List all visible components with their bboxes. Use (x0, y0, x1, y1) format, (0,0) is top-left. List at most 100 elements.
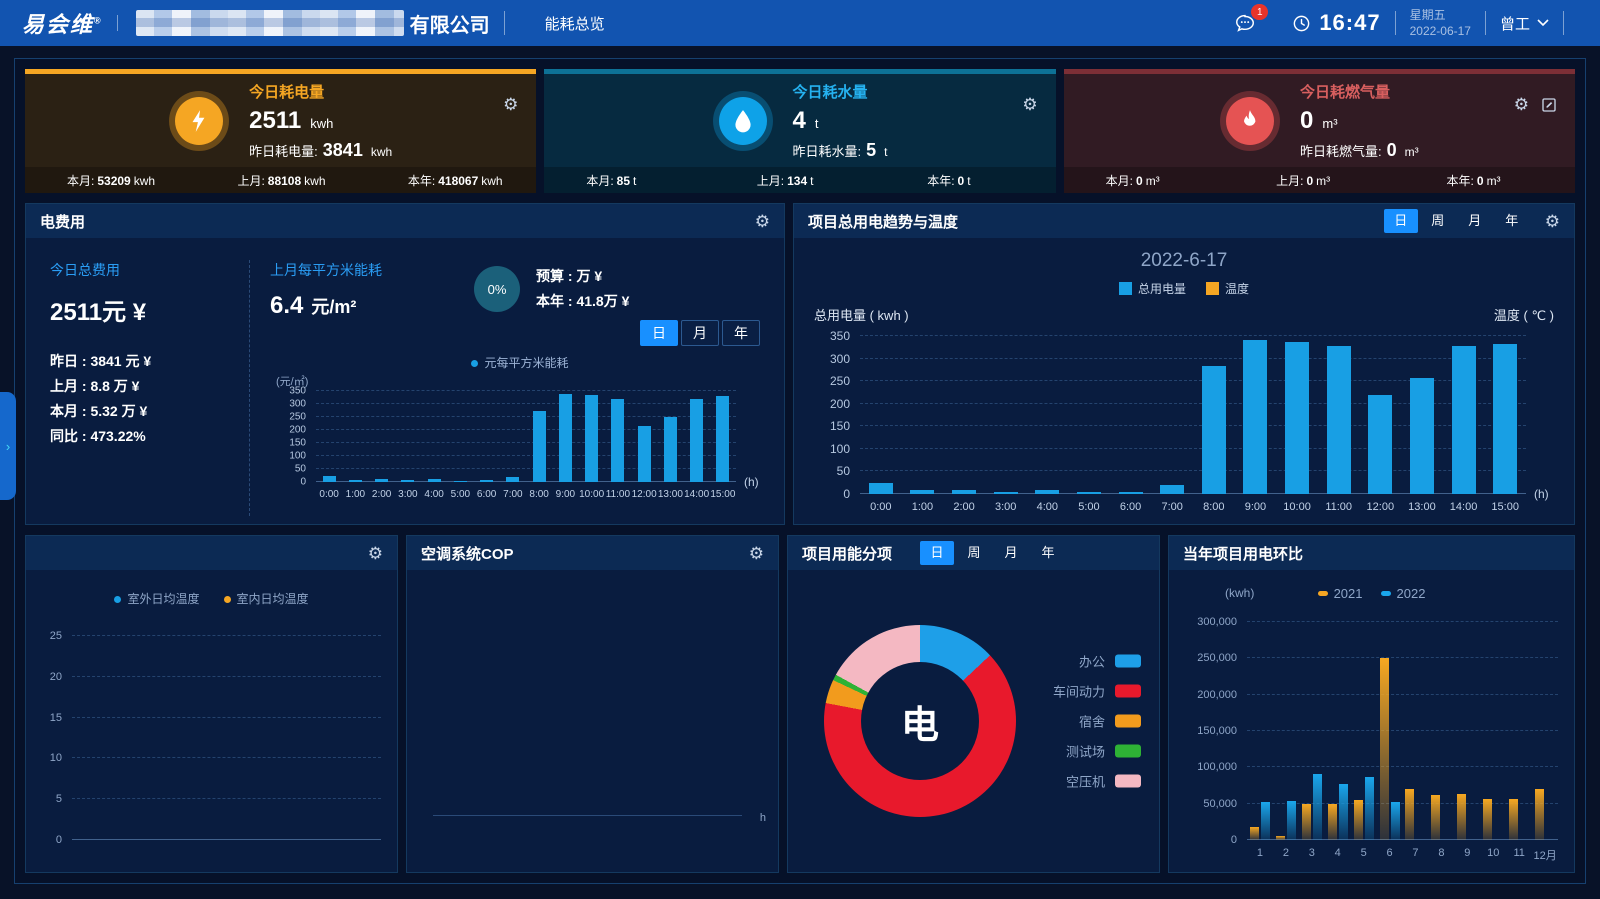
x-axis-labels: 0:001:002:003:004:005:006:007:008:009:00… (316, 489, 736, 500)
bar-2021 (1509, 799, 1518, 840)
bar-slot (1401, 336, 1443, 494)
budget-gauge: 0% (474, 266, 520, 312)
tab-周[interactable]: 周 (1421, 209, 1455, 233)
bar-group (1299, 622, 1325, 840)
tab-月[interactable]: 月 (994, 541, 1028, 565)
panel-electricity-cost: 电费用 ⚙ 今日总费用 2511元 ¥ 昨日 : 3841 元 ¥ 上月 : 8… (25, 203, 785, 525)
y-tick-label: 5 (56, 793, 62, 805)
bar (1285, 342, 1309, 494)
y-tick-label: 300,000 (1197, 616, 1237, 628)
x-tick-label: 4 (1325, 847, 1351, 863)
y-tick-label: 0 (56, 834, 62, 846)
x-tick-label: 15:00 (710, 489, 736, 500)
kpi-row: ⚙ 今日耗电量 2511kwh 昨日耗电量:3841kwh 本月:53209kw… (25, 69, 1575, 193)
legend-swatch (1115, 745, 1141, 758)
sidebar-expand-handle[interactable]: › (0, 392, 16, 500)
kpi-card-water: ⚙ 今日耗水量 4t 昨日耗水量:5t 本月:85t 上月:134t 本年:0t (544, 69, 1055, 193)
bar (869, 483, 893, 494)
chart-date-title: 2022-6-17 (812, 250, 1556, 272)
bar-slot (1151, 336, 1193, 494)
bar-slot (1193, 336, 1235, 494)
legend-swatch (1115, 685, 1141, 698)
x-tick-label: 13:00 (1401, 501, 1443, 513)
x-tick-label: 11:00 (605, 489, 631, 500)
user-menu[interactable]: 曾工 (1500, 13, 1549, 34)
gear-icon[interactable]: ⚙ (503, 96, 518, 113)
gridline (72, 676, 381, 677)
bar-group (1428, 622, 1454, 840)
bar (323, 476, 336, 483)
bar-2021 (1302, 804, 1311, 840)
tab-日[interactable]: 日 (1384, 209, 1418, 233)
y-tick-label: 250,000 (1197, 652, 1237, 664)
x-tick-label: 6:00 (1110, 501, 1152, 513)
date: 2022-06-17 (1410, 23, 1471, 39)
x-tick-label: 3 (1299, 847, 1325, 863)
x-tick-label: 5:00 (1068, 501, 1110, 513)
tab-年[interactable]: 年 (722, 320, 760, 346)
x-tick-label: 0:00 (316, 489, 342, 500)
energy-donut-chart: 电 (824, 625, 1016, 817)
company-suffix: 有限公司 (410, 9, 490, 38)
bar-2021 (1457, 794, 1466, 840)
legend-dot (114, 596, 121, 603)
yoy-bar-chart: 050,000100,000150,000200,000250,000300,0… (1247, 622, 1558, 840)
gear-icon[interactable]: ⚙ (368, 545, 383, 562)
bar-slot (421, 391, 447, 482)
panel-energy-breakdown: 项目用能分项 日周月年 电 办公车间动力宿舍测试场空压机 (787, 535, 1160, 873)
tab-年[interactable]: 年 (1031, 541, 1065, 565)
bar (1035, 490, 1059, 495)
x-tick-label: 12:00 (1360, 501, 1402, 513)
x-tick-label: 11:00 (1318, 501, 1360, 513)
x-axis-labels: 0:001:002:003:004:005:006:007:008:009:00… (860, 501, 1526, 513)
yoy-legend: 2021 2022 (1169, 586, 1574, 601)
kpi-value: 2511 (249, 107, 301, 134)
tab-日[interactable]: 日 (640, 320, 678, 346)
gear-icon[interactable]: ⚙ (755, 213, 770, 230)
bar-slot (395, 391, 421, 482)
trend-period-tabs: 日周月年 (1384, 209, 1529, 233)
clock-icon (1292, 14, 1311, 33)
edit-icon[interactable] (1541, 97, 1557, 113)
tab-年[interactable]: 年 (1495, 209, 1529, 233)
y-tick-label: 25 (50, 630, 62, 642)
tab-月[interactable]: 月 (681, 320, 719, 346)
tab-月[interactable]: 月 (1458, 209, 1492, 233)
tab-周[interactable]: 周 (957, 541, 991, 565)
gear-icon[interactable]: ⚙ (1022, 96, 1037, 113)
y-tick-label: 100 (289, 451, 306, 462)
y-tick-label: 250 (289, 412, 306, 423)
y-tick-label: 200,000 (1197, 689, 1237, 701)
messages-button[interactable]: 1 (1234, 12, 1256, 34)
budget-row: 本年 : 41.8万 ¥ (536, 289, 629, 314)
nav-tab-energy-overview[interactable]: 能耗总览 (545, 13, 605, 34)
gear-icon[interactable]: ⚙ (749, 545, 764, 562)
x-axis-unit: (h) (1534, 487, 1549, 501)
bar (994, 492, 1018, 494)
legend-label: 办公 (1079, 652, 1105, 671)
y-tick-label: 100,000 (1197, 761, 1237, 773)
panel-title: 当年项目用电环比 (1183, 543, 1303, 564)
bar-slot (369, 391, 395, 482)
navbar: 易会维® 有限公司 能耗总览 1 16:47 星期五 2022-06-17 曾工 (0, 0, 1600, 46)
x-axis-labels: 123456789101112月 (1247, 847, 1558, 863)
x-tick-label: 2 (1273, 847, 1299, 863)
bar-group (1247, 622, 1273, 840)
bar (454, 481, 467, 482)
bar-slot (631, 391, 657, 482)
gear-icon[interactable]: ⚙ (1545, 213, 1560, 230)
panel-title: 项目用能分项 (802, 543, 892, 564)
bar (401, 480, 414, 482)
cost-bar-chart: (元/㎡) 0501001502002503003500:001:002:003… (316, 391, 736, 482)
tab-日[interactable]: 日 (920, 541, 954, 565)
x-tick-label: 9 (1454, 847, 1480, 863)
gear-icon[interactable]: ⚙ (1514, 96, 1529, 113)
bar-2021 (1431, 795, 1440, 840)
company-name-redacted (136, 10, 404, 36)
panel-electricity-trend: 项目总用电趋势与温度 日周月年 ⚙ 2022-6-17 总用电量 温度 总用电量… (793, 203, 1575, 525)
kpi-value: 4 (793, 107, 806, 134)
legend-item: 宿舍 (1053, 712, 1141, 731)
legend-swatch (1115, 655, 1141, 668)
y-tick-label: 150 (289, 438, 306, 449)
bar-group (1325, 622, 1351, 840)
